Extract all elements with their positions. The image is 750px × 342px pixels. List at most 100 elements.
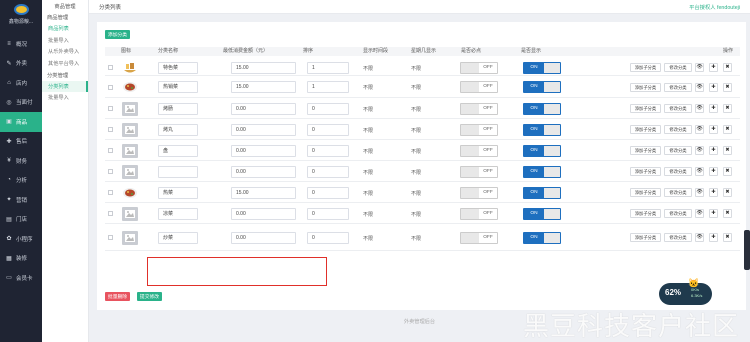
sort-input[interactable]: 0 — [307, 144, 349, 157]
sub-nav-item[interactable]: 其他平台导入 — [42, 58, 88, 70]
delete-icon[interactable]: ✖ — [723, 82, 732, 92]
min-amount-input[interactable]: 15.00 — [231, 186, 296, 199]
edit-category-button[interactable]: 修改分类 — [664, 63, 692, 72]
add-subcategory-button[interactable]: 添加子分类 — [630, 209, 661, 218]
main-nav-item[interactable]: ◎ 当面付 — [0, 93, 42, 113]
main-nav-item[interactable]: ✦ 营销 — [0, 190, 42, 210]
edit-category-button[interactable]: 修改分类 — [664, 167, 692, 176]
view-icon[interactable]: 👁 — [695, 167, 704, 176]
category-name-input[interactable]: 凉菜 — [158, 207, 198, 220]
edit-category-button[interactable]: 修改分类 — [664, 233, 692, 242]
add-subcategory-button[interactable]: 添加子分类 — [630, 146, 661, 155]
sort-input[interactable]: 0 — [307, 123, 349, 136]
main-nav-item[interactable]: ✚ 售后 — [0, 132, 42, 152]
sub-nav-item[interactable]: 批量导入 — [42, 35, 88, 47]
required-toggle[interactable]: OFF — [460, 144, 498, 157]
min-amount-input[interactable]: 0.00 — [231, 207, 296, 220]
row-checkbox[interactable] — [108, 235, 113, 240]
edit-category-button[interactable]: 修改分类 — [664, 125, 692, 134]
sort-input[interactable]: 0 — [307, 102, 349, 115]
row-checkbox[interactable] — [108, 148, 113, 153]
min-amount-input[interactable]: 0.00 — [231, 123, 296, 136]
row-checkbox[interactable] — [108, 211, 113, 216]
category-image-placeholder[interactable] — [122, 143, 138, 158]
view-icon[interactable]: 👁 — [695, 82, 704, 92]
sort-input[interactable]: 0 — [307, 186, 349, 199]
required-toggle[interactable]: OFF — [460, 165, 498, 178]
required-toggle[interactable]: OFF — [460, 61, 498, 74]
delete-icon[interactable]: ✖ — [723, 233, 732, 242]
visible-toggle[interactable]: ON — [523, 61, 561, 74]
batch-delete-button[interactable]: 批量删除 — [105, 292, 130, 301]
sort-input[interactable]: 0 — [307, 165, 349, 178]
main-nav-item[interactable]: ¥ 财务 — [0, 151, 42, 171]
visible-toggle[interactable]: ON — [523, 231, 561, 244]
category-name-input[interactable]: 烤肠 — [158, 102, 198, 115]
row-checkbox[interactable] — [108, 65, 113, 70]
sub-nav-item[interactable]: 批量导入 — [42, 92, 88, 104]
row-checkbox[interactable] — [108, 190, 113, 195]
edit-category-button[interactable]: 修改分类 — [664, 104, 692, 113]
move-icon[interactable]: ✚ — [709, 125, 718, 134]
min-amount-input[interactable]: 15.00 — [231, 81, 296, 93]
row-checkbox[interactable] — [108, 127, 113, 132]
main-nav-item[interactable]: ▣ 商品 — [0, 112, 42, 132]
delete-icon[interactable]: ✖ — [723, 146, 732, 155]
main-nav-item[interactable]: ◔ 分析 — [0, 171, 42, 191]
edit-category-button[interactable]: 修改分类 — [664, 188, 692, 197]
add-category-button[interactable]: 添加分类 — [105, 30, 130, 39]
visible-toggle[interactable]: ON — [523, 186, 561, 199]
move-icon[interactable]: ✚ — [709, 104, 718, 113]
min-amount-input[interactable]: 0.00 — [231, 144, 296, 157]
category-image-placeholder[interactable] — [122, 206, 138, 221]
add-subcategory-button[interactable]: 添加子分类 — [630, 188, 661, 197]
move-icon[interactable]: ✚ — [709, 82, 718, 92]
category-name-input[interactable]: 特色菜 — [158, 61, 198, 74]
sort-input[interactable]: 0 — [307, 207, 349, 220]
move-icon[interactable]: ✚ — [709, 233, 718, 242]
move-icon[interactable]: ✚ — [709, 63, 718, 72]
main-nav-item[interactable]: ✎ 外卖 — [0, 54, 42, 74]
required-toggle[interactable]: OFF — [460, 81, 498, 93]
category-image-food-dish[interactable] — [122, 185, 138, 200]
edit-category-button[interactable]: 修改分类 — [664, 146, 692, 155]
visible-toggle[interactable]: ON — [523, 123, 561, 136]
main-nav-item[interactable]: ≡ 概况 — [0, 34, 42, 54]
min-amount-input[interactable]: 0.00 — [231, 231, 296, 244]
visible-toggle[interactable]: ON — [523, 144, 561, 157]
delete-icon[interactable]: ✖ — [723, 167, 732, 176]
sort-input[interactable]: 1 — [307, 61, 349, 74]
view-icon[interactable]: 👁 — [695, 233, 704, 242]
delete-icon[interactable]: ✖ — [723, 209, 732, 218]
required-toggle[interactable]: OFF — [460, 231, 498, 244]
category-name-input[interactable]: 烤丸 — [158, 123, 198, 136]
visible-toggle[interactable]: ON — [523, 102, 561, 115]
row-checkbox[interactable] — [108, 106, 113, 111]
row-checkbox[interactable] — [108, 169, 113, 174]
sub-nav-item[interactable]: 从乐外卖导入 — [42, 46, 88, 58]
main-nav-item[interactable]: ▭ 会员卡 — [0, 268, 42, 288]
category-image-placeholder[interactable] — [122, 164, 138, 179]
view-icon[interactable]: 👁 — [695, 146, 704, 155]
edit-category-button[interactable]: 修改分类 — [664, 209, 692, 218]
add-subcategory-button[interactable]: 添加子分类 — [630, 233, 661, 242]
main-nav-item[interactable]: ▦ 装修 — [0, 249, 42, 269]
network-monitor-widget[interactable]: 62% 0K/s 6.3K/s — [659, 283, 712, 305]
min-amount-input[interactable]: 15.00 — [231, 61, 296, 74]
add-subcategory-button[interactable]: 添加子分类 — [630, 104, 661, 113]
view-icon[interactable]: 👁 — [695, 104, 704, 113]
move-icon[interactable]: ✚ — [709, 146, 718, 155]
required-toggle[interactable]: OFF — [460, 102, 498, 115]
category-name-input[interactable]: 热销菜 — [158, 81, 198, 93]
required-toggle[interactable]: OFF — [460, 123, 498, 136]
submit-changes-button[interactable]: 提交修改 — [137, 292, 162, 301]
delete-icon[interactable]: ✖ — [723, 63, 732, 72]
category-name-input[interactable]: 炒菜 — [158, 231, 198, 244]
delete-icon[interactable]: ✖ — [723, 125, 732, 134]
right-scroll-handle[interactable] — [744, 230, 750, 270]
category-name-input[interactable]: 热菜 — [158, 186, 198, 199]
category-image-food-noodle[interactable] — [122, 60, 138, 75]
category-image-placeholder[interactable] — [122, 101, 138, 116]
sub-nav-item[interactable]: 商品列表 — [42, 23, 88, 35]
view-icon[interactable]: 👁 — [695, 63, 704, 72]
